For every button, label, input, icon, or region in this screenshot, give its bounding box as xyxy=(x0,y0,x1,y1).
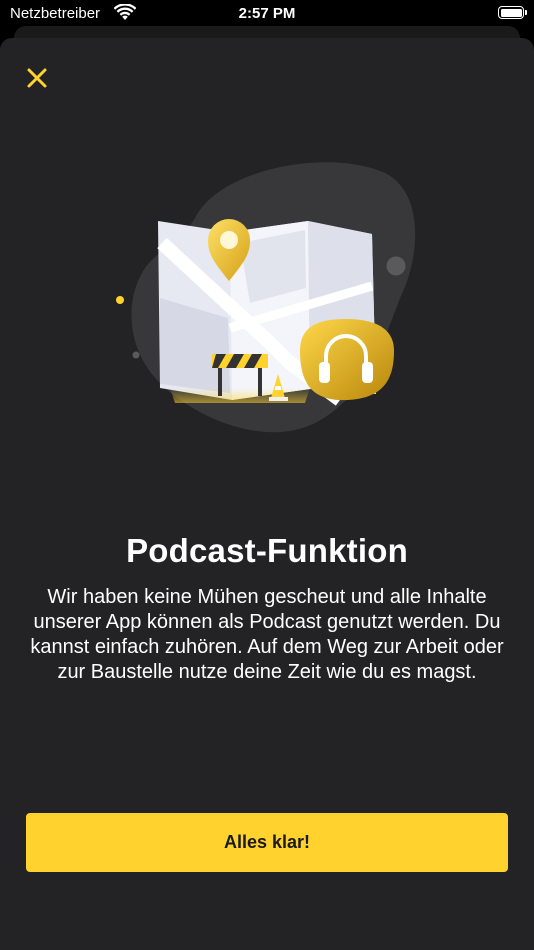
decor-dot xyxy=(116,296,124,304)
decor-dot xyxy=(132,351,140,359)
status-bar: Netzbetreiber 2:57 PM xyxy=(0,0,534,28)
clock: 2:57 PM xyxy=(238,5,296,22)
decor-dot xyxy=(386,256,406,276)
confirm-button[interactable]: Alles klar! xyxy=(26,813,508,872)
close-icon[interactable] xyxy=(22,63,52,93)
confirm-button-label: Alles klar! xyxy=(223,832,311,852)
map-podcast-illustration xyxy=(116,162,416,433)
page-title: Podcast-Funktion xyxy=(126,532,408,569)
bottom-sheet: Podcast-Funktion Wir haben keine Mühen g… xyxy=(0,38,534,950)
screen: Netzbetreiber 2:57 PM Podcast-Funktion W… xyxy=(0,0,534,950)
description-text: Wir haben keine Mühen gescheut und alle … xyxy=(30,586,504,683)
battery-icon xyxy=(498,6,527,19)
